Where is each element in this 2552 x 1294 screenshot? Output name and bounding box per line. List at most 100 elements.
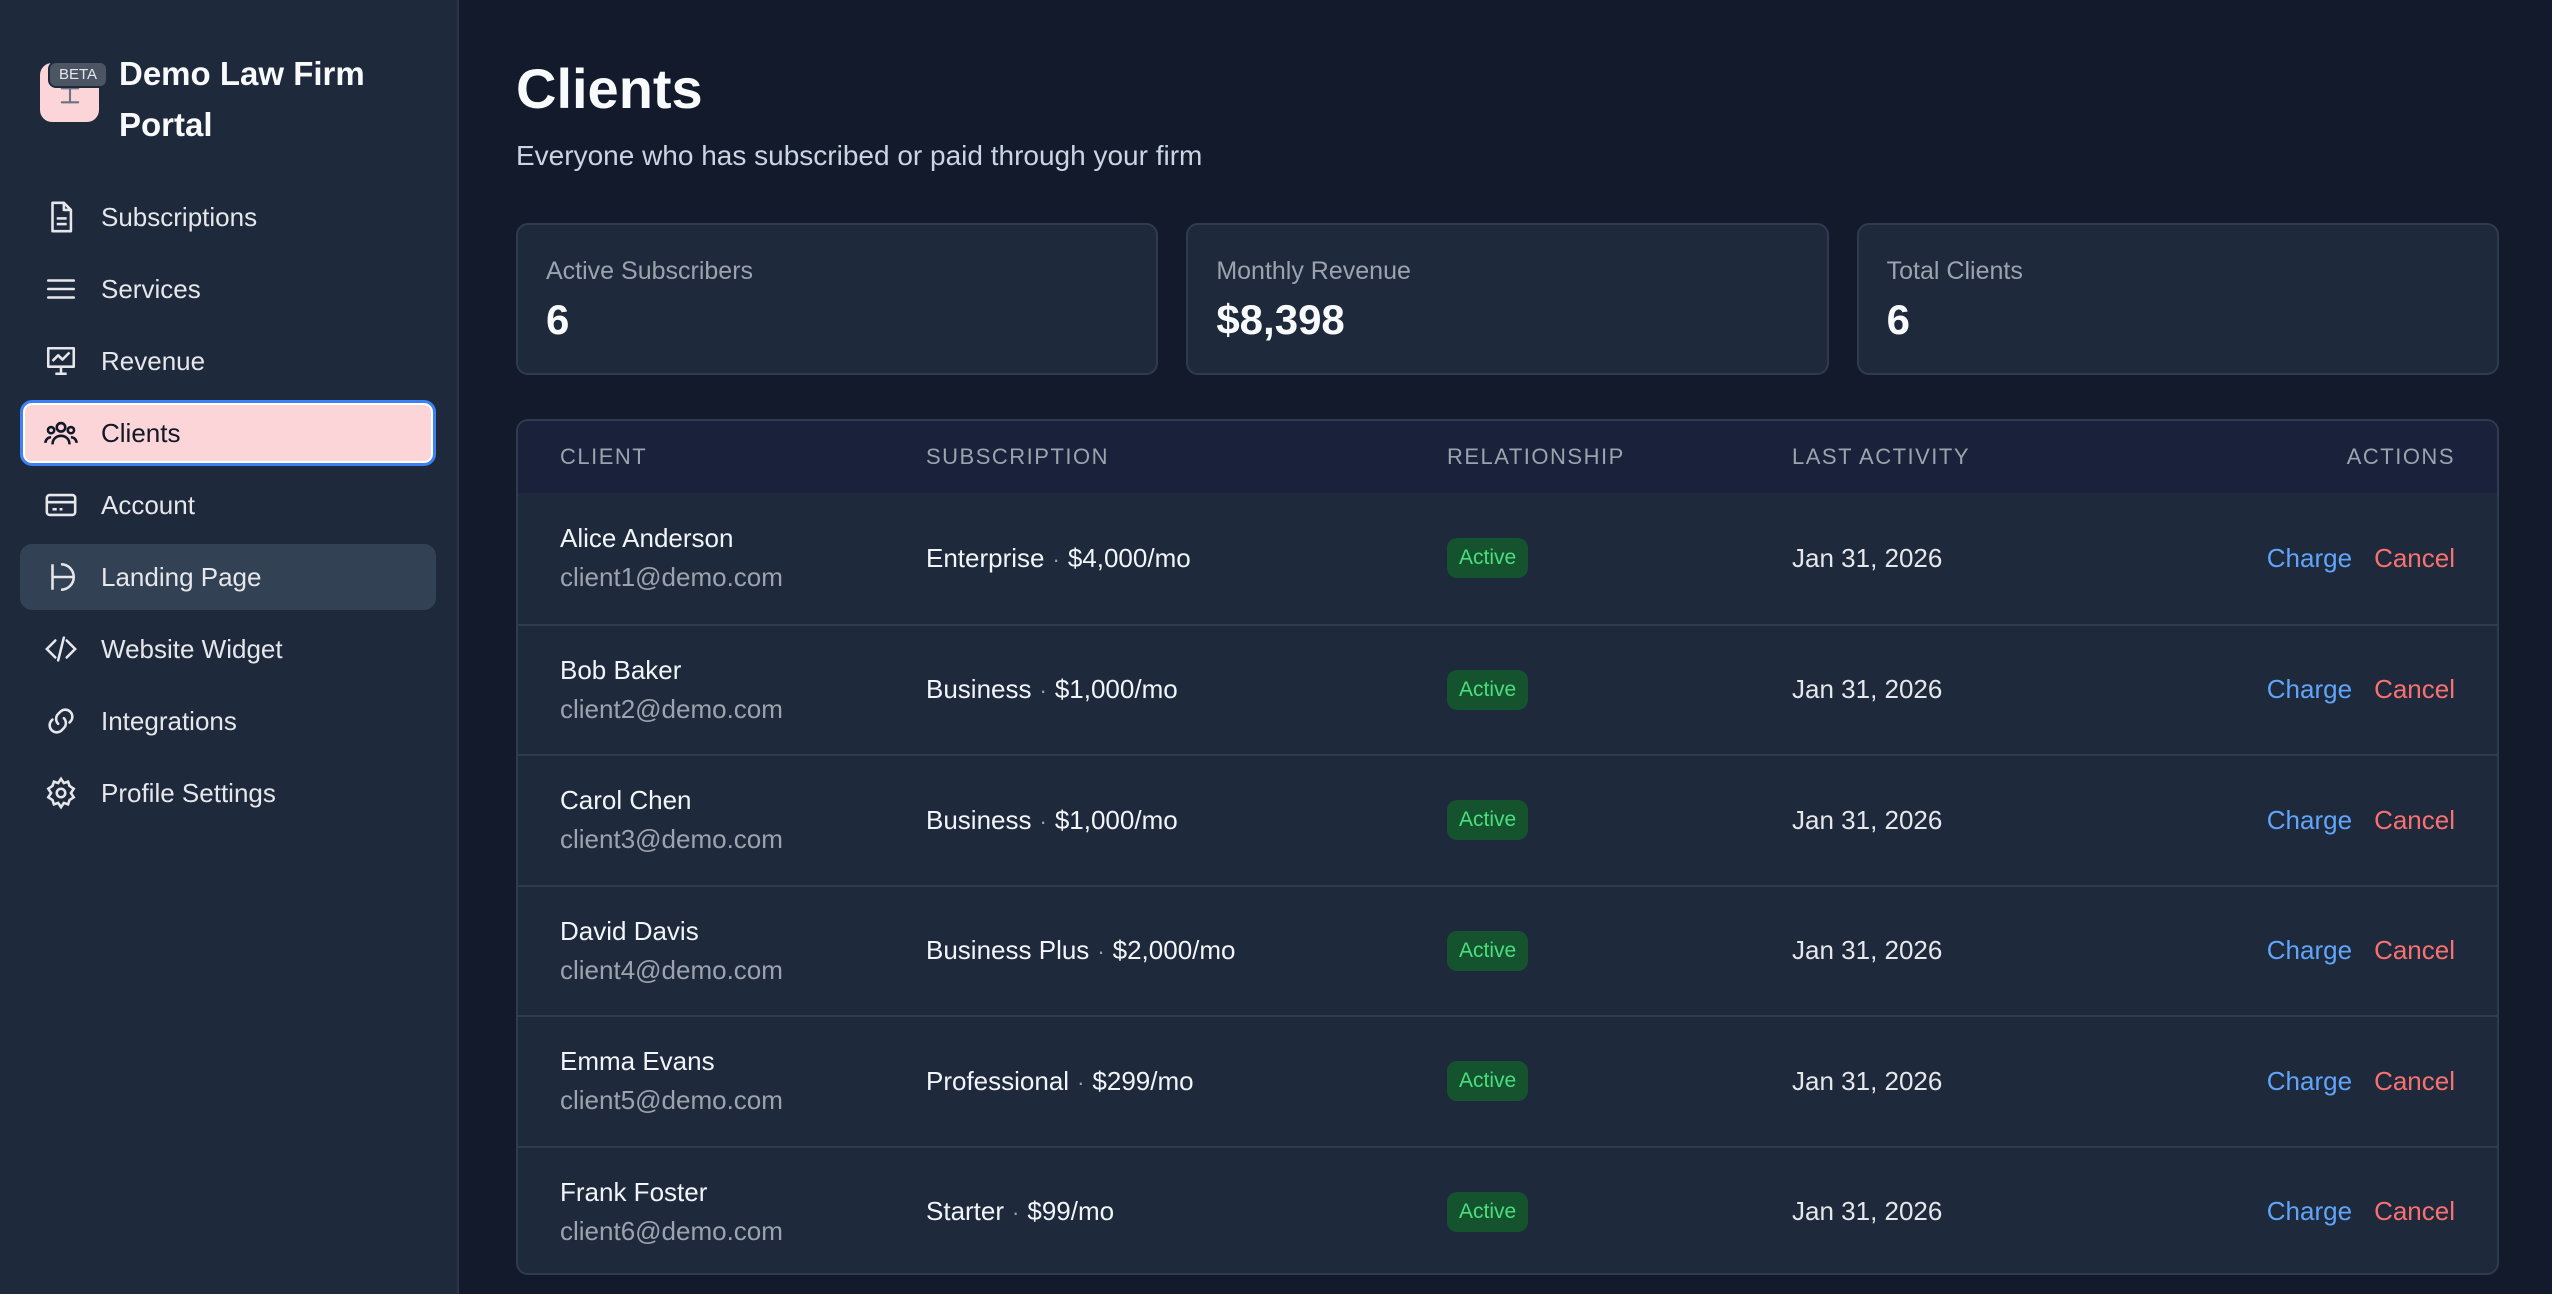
last-activity-date: Jan 31, 2026 [1792, 674, 1943, 705]
client-cell: David Davis client4@demo.com [518, 916, 926, 986]
separator-dot: · [1012, 1200, 1020, 1226]
actions-cell: Charge Cancel [2172, 1196, 2497, 1227]
stat-value: $8,398 [1216, 296, 1345, 343]
last-activity-date: Jan 31, 2026 [1792, 542, 1943, 573]
beta-badge: BETA [48, 61, 109, 88]
clients-table: CLIENT SUBSCRIPTION RELATIONSHIP LAST AC… [516, 419, 2499, 1275]
cancel-button[interactable]: Cancel [2374, 935, 2455, 966]
subscription-cell: Business Plus · $2,000/mo [926, 935, 1447, 966]
status-badge: Active [1447, 669, 1529, 710]
table-row[interactable]: Bob Baker client2@demo.com Business · $1,0… [518, 623, 2497, 755]
separator-dot: · [1039, 808, 1047, 834]
relationship-cell: Active [1447, 800, 1792, 841]
sidebar-item-services[interactable]: Services [20, 256, 436, 322]
subscription-plan: Business [926, 804, 1032, 835]
actions-cell: Charge Cancel [2172, 1066, 2497, 1097]
sidebar-item-landing-page[interactable]: Landing Page [20, 544, 436, 610]
last-activity-cell: Jan 31, 2026 [1792, 805, 2172, 836]
client-cell: Frank Foster client6@demo.com [518, 1177, 926, 1247]
brand-title: Demo Law Firm Portal [119, 55, 365, 143]
users-icon [43, 415, 79, 451]
client-name: David Davis [560, 915, 699, 946]
relationship-cell: Active [1447, 930, 1792, 971]
charge-button[interactable]: Charge [2267, 805, 2352, 836]
column-header-client[interactable]: CLIENT [518, 444, 926, 470]
client-name: Emma Evans [560, 1046, 715, 1077]
charge-button[interactable]: Charge [2267, 543, 2352, 574]
charge-button[interactable]: Charge [2267, 1196, 2352, 1227]
subscription-plan: Professional [926, 1065, 1070, 1096]
subscription-cell: Business · $1,000/mo [926, 805, 1447, 836]
charge-button[interactable]: Charge [2267, 1066, 2352, 1097]
table-row[interactable]: Alice Anderson client1@demo.com Enterpri… [518, 493, 2497, 624]
actions-cell: Charge Cancel [2172, 935, 2497, 966]
chart-presentation-icon [43, 343, 79, 379]
row-actions: Charge Cancel [2172, 1196, 2455, 1227]
last-activity-cell: Jan 31, 2026 [1792, 674, 2172, 705]
row-actions: Charge Cancel [2172, 1066, 2455, 1097]
cancel-button[interactable]: Cancel [2374, 674, 2455, 705]
sidebar-item-account[interactable]: Account [20, 472, 436, 538]
status-badge: Active [1447, 538, 1529, 579]
subscription-price: $2,000/mo [1112, 935, 1236, 966]
stats-row: Active Subscribers 6 Monthly Revenue $8,… [516, 223, 2499, 375]
brand[interactable]: BETA Demo Law Firm Portal [40, 48, 419, 150]
last-activity-cell: Jan 31, 2026 [1792, 543, 2172, 574]
sidebar-item-label: Integrations [101, 705, 237, 736]
subscription-plan: Business [926, 674, 1032, 705]
status-badge: Active [1447, 930, 1529, 971]
subscription-price: $4,000/mo [1067, 542, 1191, 573]
client-email: client3@demo.com [560, 824, 783, 855]
separator-dot: · [1097, 939, 1105, 965]
subscription-plan: Business Plus [926, 935, 1090, 966]
sidebar-item-label: Subscriptions [101, 201, 258, 232]
separator-dot: · [1077, 1069, 1085, 1095]
cancel-button[interactable]: Cancel [2374, 805, 2455, 836]
last-activity-date: Jan 31, 2026 [1792, 804, 1943, 835]
subscription-plan: Starter [926, 1196, 1005, 1227]
charge-button[interactable]: Charge [2267, 674, 2352, 705]
table-row[interactable]: David Davis client4@demo.com Business Pl… [518, 884, 2497, 1016]
stat-value: 6 [1886, 296, 1911, 343]
subscription-cell: Business · $1,000/mo [926, 674, 1447, 705]
actions-cell: Charge Cancel [2172, 674, 2497, 705]
cancel-button[interactable]: Cancel [2374, 1066, 2455, 1097]
sidebar-item-clients[interactable]: Clients [20, 400, 436, 466]
sidebar-item-label: Website Widget [101, 633, 283, 664]
relationship-cell: Active [1447, 1061, 1792, 1102]
stat-label: Active Subscribers [546, 257, 754, 285]
list-icon [43, 271, 79, 307]
cancel-button[interactable]: Cancel [2374, 1196, 2455, 1227]
actions-cell: Charge Cancel [2172, 805, 2497, 836]
table-row[interactable]: Frank Foster client6@demo.com Starter · $9… [518, 1145, 2497, 1274]
table-row[interactable]: Emma Evans client5@demo.com Professional… [518, 1015, 2497, 1146]
sidebar-item-website-widget[interactable]: Website Widget [20, 616, 436, 682]
table-row[interactable]: Carol Chen client3@demo.com Business · $1,… [518, 754, 2497, 885]
sidebar-item-subscriptions[interactable]: Subscriptions [20, 184, 436, 250]
subscription-price: $99/mo [1027, 1196, 1115, 1227]
last-activity-date: Jan 31, 2026 [1792, 935, 1943, 966]
cancel-button[interactable]: Cancel [2374, 543, 2455, 574]
code-icon [43, 631, 79, 667]
column-header-last-activity[interactable]: LAST ACTIVITY [1792, 444, 2172, 470]
client-cell: Bob Baker client2@demo.com [518, 655, 926, 725]
sidebar-item-label: Clients [101, 417, 181, 448]
status-badge: Active [1447, 1191, 1529, 1232]
sidebar-item-integrations[interactable]: Integrations [20, 688, 436, 754]
app-root: BETA Demo Law Firm Portal Subscriptions … [0, 0, 2552, 1294]
sidebar-item-revenue[interactable]: Revenue [20, 328, 436, 394]
subscription-cell: Enterprise · $4,000/mo [926, 543, 1447, 574]
table-body: Alice Anderson client1@demo.com Enterpri… [518, 493, 2497, 1274]
column-header-subscription[interactable]: SUBSCRIPTION [926, 444, 1447, 470]
client-cell: Emma Evans client5@demo.com [518, 1046, 926, 1116]
subscription-price: $1,000/mo [1054, 674, 1178, 705]
page-title: Clients [516, 57, 703, 120]
sidebar-item-profile-settings[interactable]: Profile Settings [20, 760, 436, 826]
column-header-relationship[interactable]: RELATIONSHIP [1447, 444, 1792, 470]
charge-button[interactable]: Charge [2267, 935, 2352, 966]
landing-icon [43, 559, 79, 595]
stat-card-monthly-revenue: Monthly Revenue $8,398 [1186, 223, 1829, 375]
stat-label: Monthly Revenue [1216, 257, 1411, 285]
separator-dot: · [1039, 678, 1047, 704]
client-cell: Alice Anderson client1@demo.com [518, 523, 926, 593]
